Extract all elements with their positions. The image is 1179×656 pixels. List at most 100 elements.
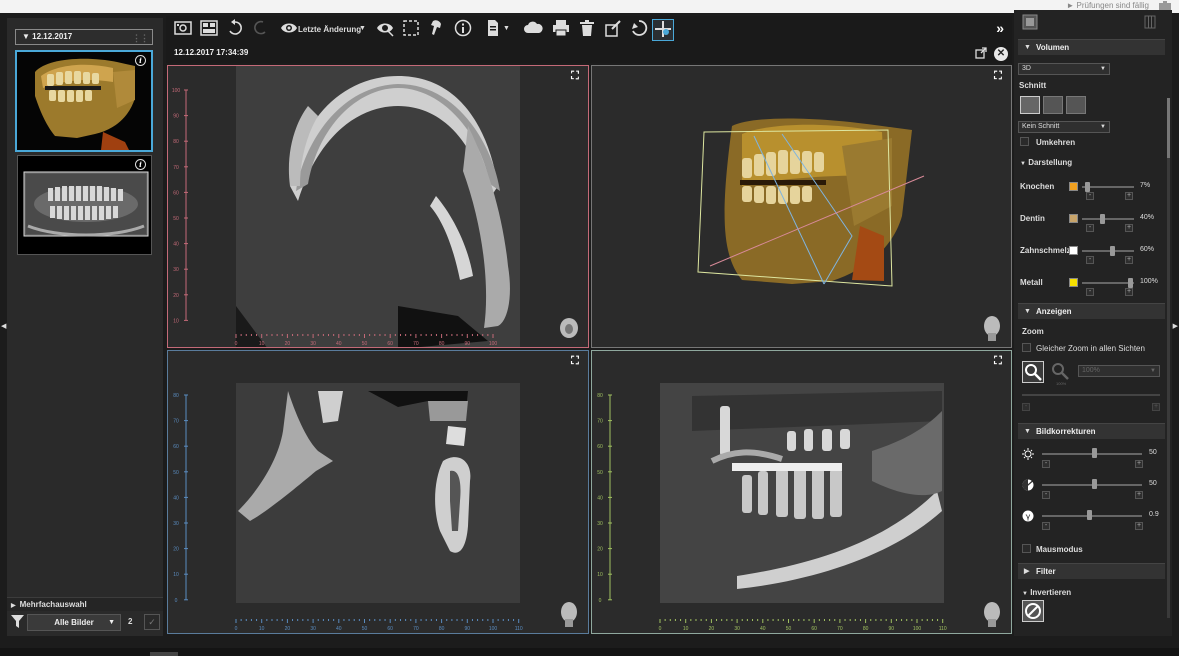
brightness-plus-button[interactable]: + <box>1135 460 1143 468</box>
zoom-tool-icon[interactable] <box>1022 361 1044 383</box>
screenshot-icon[interactable] <box>172 19 194 41</box>
zoom-fit-icon[interactable] <box>1050 361 1072 383</box>
edit-export-icon[interactable] <box>602 19 624 41</box>
redo-icon[interactable] <box>250 19 272 41</box>
viewport-3d[interactable]: ⛶ <box>591 65 1012 348</box>
volume-icon[interactable] <box>1022 14 1038 30</box>
material-slider[interactable] <box>1082 218 1134 220</box>
multi-select-label: Mehrfachauswahl <box>19 600 87 609</box>
layout-icon[interactable] <box>198 19 220 41</box>
volume-section-header[interactable]: ▼ Volumen <box>1018 39 1165 55</box>
popout-icon[interactable] <box>974 47 988 61</box>
material-slider-knob[interactable] <box>1085 182 1090 192</box>
select-all-checkbox[interactable]: ✓ <box>144 614 160 630</box>
thumbnail-panoramic[interactable]: i <box>17 155 152 255</box>
show-section-header[interactable]: ▼ Anzeigen <box>1018 303 1165 319</box>
material-plus-button[interactable]: + <box>1125 288 1133 296</box>
material-slider[interactable] <box>1082 250 1134 252</box>
collapse-left-icon[interactable]: ◀ <box>1 322 6 330</box>
info-icon[interactable] <box>452 19 474 41</box>
thumbnail-3d[interactable]: i <box>15 50 153 152</box>
print-icon[interactable] <box>550 19 572 41</box>
material-minus-button[interactable]: - <box>1086 288 1094 296</box>
viewport-sagittal[interactable]: ⛶ 0 10 20 30 40 50 60 70 80 90 100 110 80 70 60 50 40 30… <box>167 350 589 634</box>
export-icon[interactable] <box>482 19 504 41</box>
material-slider-knob[interactable] <box>1110 246 1115 256</box>
implant-icon[interactable] <box>426 19 448 41</box>
orientation-head-icon[interactable] <box>981 315 1003 341</box>
info-icon[interactable]: i <box>135 159 146 170</box>
chevron-down-icon[interactable]: ▼ <box>359 25 366 32</box>
material-color-swatch[interactable] <box>1069 246 1078 255</box>
mouse-mode-checkbox[interactable] <box>1022 544 1031 553</box>
undo-history-label[interactable]: Letzte Änderung <box>298 25 361 34</box>
panel-menu-icon[interactable] <box>1144 15 1156 29</box>
clip-shape-button[interactable] <box>1066 96 1086 114</box>
gamma-plus-button[interactable]: + <box>1135 522 1143 530</box>
filter-icon[interactable] <box>11 615 24 629</box>
gamma-slider-knob[interactable] <box>1087 510 1092 520</box>
material-slider-knob[interactable] <box>1100 214 1105 224</box>
expand-icon[interactable]: ⛶ <box>568 355 582 368</box>
material-slider[interactable] <box>1082 282 1134 284</box>
material-minus-button[interactable]: - <box>1086 192 1094 200</box>
ruler-label: 20 <box>173 293 179 299</box>
invert-subheader[interactable]: ▼ Invertieren <box>1022 588 1071 597</box>
material-color-swatch[interactable] <box>1069 182 1078 191</box>
visibility-icon[interactable] <box>374 19 396 41</box>
image-filter-select[interactable]: Alle Bilder ▼ <box>27 614 121 631</box>
bottom-tab[interactable] <box>150 652 178 656</box>
collapse-right-icon[interactable]: ▶ <box>1173 322 1178 330</box>
multi-select-header[interactable]: ▶ Mehrfachauswahl <box>7 597 163 611</box>
delete-icon[interactable] <box>576 19 598 41</box>
contrast-minus-button[interactable]: - <box>1042 491 1050 499</box>
eye-icon[interactable] <box>278 19 300 41</box>
close-icon[interactable]: ✕ <box>994 47 1008 61</box>
panel-scrollbar[interactable] <box>1167 98 1170 618</box>
expand-icon[interactable]: ⛶ <box>991 70 1005 83</box>
gamma-slider[interactable] <box>1042 515 1142 517</box>
viewport-axial[interactable]: ⛶ 0 10 20 30 40 50 60 70 80 90 100 100 90 80 70 60 50 40… <box>167 65 589 348</box>
contrast-plus-button[interactable]: + <box>1135 491 1143 499</box>
section-mode-select[interactable]: Kein Schnitt ▼ <box>1018 121 1110 133</box>
display-subheader[interactable]: ▼ Darstellung <box>1020 158 1072 167</box>
material-color-swatch[interactable] <box>1069 214 1078 223</box>
material-color-swatch[interactable] <box>1069 278 1078 287</box>
expand-icon[interactable]: ⛶ <box>991 355 1005 368</box>
contrast-slider-knob[interactable] <box>1092 479 1097 489</box>
panel-scrollbar-thumb[interactable] <box>1167 98 1170 158</box>
material-plus-button[interactable]: + <box>1125 224 1133 232</box>
expand-icon[interactable]: ⛶ <box>568 70 582 83</box>
zoom-minus-button[interactable]: - <box>1022 403 1030 411</box>
reset-icon[interactable] <box>628 19 650 41</box>
brightness-slider-knob[interactable] <box>1092 448 1097 458</box>
chevron-down-icon[interactable]: ▼ <box>503 25 510 32</box>
material-plus-button[interactable]: + <box>1125 256 1133 264</box>
material-plus-button[interactable]: + <box>1125 192 1133 200</box>
viewport-panoramic[interactable]: ⛶ 0 10 20 30 40 50 60 70 80 90 100 110 80 70 60 50 40 30… <box>591 350 1012 634</box>
brightness-minus-button[interactable]: - <box>1042 460 1050 468</box>
filter-section-header[interactable]: ▶ Filter <box>1018 563 1165 579</box>
zoom-slider[interactable] <box>1022 394 1160 396</box>
3d-view-toggle-icon[interactable] <box>652 19 674 41</box>
collapse-toolbar-button[interactable]: » <box>996 20 1004 36</box>
info-icon[interactable]: i <box>135 55 146 66</box>
cloud-icon[interactable] <box>522 19 544 41</box>
invert-checkbox[interactable] <box>1020 137 1029 146</box>
invert-image-icon[interactable] <box>1022 600 1044 622</box>
clip-eye-button[interactable] <box>1043 96 1063 114</box>
material-minus-button[interactable]: - <box>1086 256 1094 264</box>
render-mode-select[interactable]: 3D ▼ <box>1018 63 1110 75</box>
collapse-triangle-icon: ▼ <box>1022 591 1028 597</box>
same-zoom-checkbox[interactable] <box>1022 343 1031 352</box>
corrections-section-header[interactable]: ▼ Bildkorrekturen <box>1018 423 1165 439</box>
material-minus-button[interactable]: - <box>1086 224 1094 232</box>
date-group-header[interactable]: ▼ 12.12.2017 ⋮⋮ <box>15 29 153 45</box>
selection-icon[interactable] <box>400 19 422 41</box>
zoom-level-select[interactable]: 100% ▼ <box>1078 365 1160 377</box>
clip-plane-view-button[interactable] <box>1020 96 1040 114</box>
gamma-minus-button[interactable]: - <box>1042 522 1050 530</box>
material-slider-knob[interactable] <box>1128 278 1133 288</box>
zoom-plus-button[interactable]: + <box>1152 403 1160 411</box>
rotate-left-icon[interactable] <box>224 19 246 41</box>
